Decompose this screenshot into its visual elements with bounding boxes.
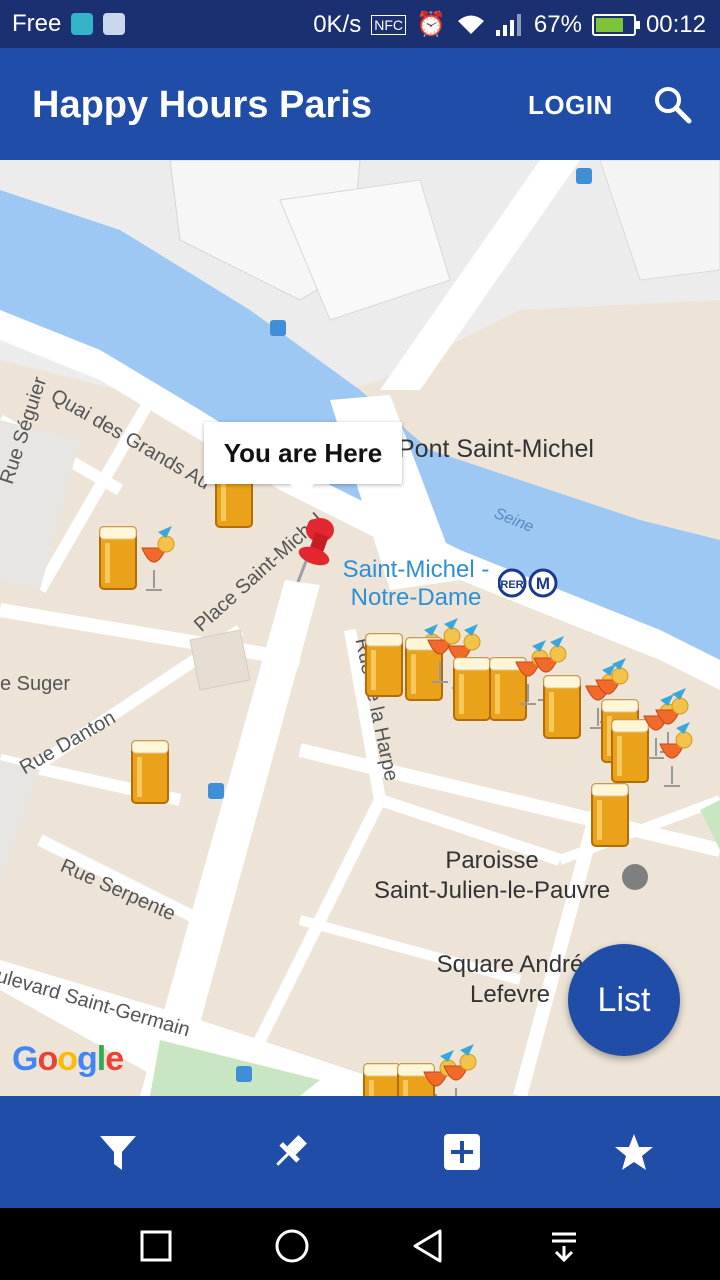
current-location-pin-icon[interactable] xyxy=(294,516,342,586)
you-are-here-tooltip: You are Here xyxy=(204,422,402,498)
system-navigation-bar xyxy=(0,1208,720,1280)
android-icon xyxy=(71,13,94,35)
google-logo: Google xyxy=(12,1040,124,1078)
status-bar: Free 0K/s NFC ⏰ 67% 00:12 xyxy=(0,0,720,48)
bottom-navigation xyxy=(0,1096,720,1208)
app-bar: Happy Hours Paris LOGIN xyxy=(0,48,720,160)
home-icon[interactable] xyxy=(274,1228,310,1264)
carrier-label: Free xyxy=(12,10,62,37)
net-speed: 0K/s xyxy=(313,10,362,38)
filter-icon[interactable] xyxy=(98,1132,138,1172)
recent-apps-icon[interactable] xyxy=(138,1228,174,1264)
pushpin-icon[interactable] xyxy=(270,1132,310,1172)
notifications-icon[interactable] xyxy=(546,1228,582,1264)
add-box-icon[interactable] xyxy=(442,1132,482,1172)
play-store-icon xyxy=(103,13,126,35)
search-icon[interactable] xyxy=(652,84,692,124)
alarm-icon: ⏰ xyxy=(416,11,446,38)
list-button[interactable]: List xyxy=(568,944,680,1056)
signal-icon xyxy=(495,13,521,36)
app-title: Happy Hours Paris xyxy=(32,84,372,126)
clock: 00:12 xyxy=(645,10,706,38)
battery-icon xyxy=(591,13,640,36)
nfc-icon: NFC xyxy=(371,14,406,35)
wifi-icon xyxy=(457,15,484,34)
map-view[interactable]: Quai des Grands Au Rue Séguier Place Sai… xyxy=(0,160,720,1096)
back-icon[interactable] xyxy=(410,1228,446,1264)
star-icon[interactable] xyxy=(614,1132,654,1172)
battery-percent: 67% xyxy=(533,10,582,38)
login-button[interactable]: LOGIN xyxy=(528,90,613,121)
